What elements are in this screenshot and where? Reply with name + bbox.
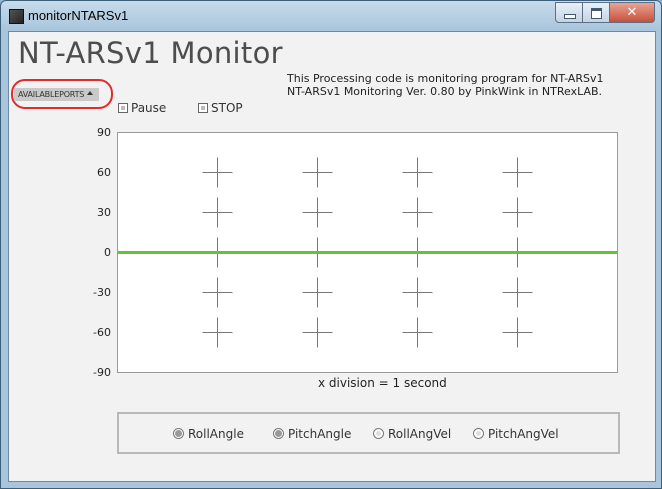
pause-checkbox[interactable]: Pause — [118, 101, 166, 115]
ports-label: AVAILABLEPORTS — [18, 90, 85, 99]
info-line-2: NT-ARSv1 Monitoring Ver. 0.80 by PinkWin… — [287, 85, 603, 98]
plot-canvas — [117, 132, 618, 373]
pause-label: Pause — [131, 101, 167, 115]
app-icon — [9, 9, 24, 24]
radio-pitch-angle[interactable]: PitchAngle — [273, 427, 351, 441]
stop-checkbox[interactable]: STOP — [198, 101, 243, 115]
info-line-1: This Processing code is monitoring progr… — [287, 72, 604, 85]
plot-area — [117, 132, 618, 373]
radio-unselected-icon — [373, 428, 384, 439]
radio-label: PitchAngle — [288, 427, 352, 441]
stop-label: STOP — [211, 101, 243, 115]
series-selector: RollAngle PitchAngle RollAngVel PitchAng… — [117, 412, 620, 454]
title-bar[interactable]: monitorNTARSv1 ✕ — [1, 1, 661, 31]
radio-unselected-icon — [473, 428, 484, 439]
minimize-icon — [564, 14, 576, 19]
radio-selected-icon — [273, 428, 284, 439]
radio-label: RollAngle — [188, 427, 244, 441]
close-icon: ✕ — [626, 5, 638, 20]
x-division-label: x division = 1 second — [318, 376, 447, 390]
maximize-button[interactable] — [582, 2, 610, 23]
y-tick-label: 30 — [97, 206, 111, 219]
window-title: monitorNTARSv1 — [28, 8, 129, 23]
radio-roll-angle[interactable]: RollAngle — [173, 427, 244, 441]
minimize-button[interactable] — [555, 2, 583, 23]
y-tick-label: 60 — [97, 166, 111, 179]
radio-label: RollAngVel — [388, 427, 452, 441]
y-tick-label: 0 — [104, 246, 111, 259]
maximize-icon — [591, 8, 602, 19]
page-title: NT-ARSv1 Monitor — [18, 36, 283, 70]
radio-label: PitchAngVel — [488, 427, 559, 441]
checkbox-icon — [118, 103, 128, 113]
radio-selected-icon — [173, 428, 184, 439]
y-tick-label: -30 — [93, 286, 111, 299]
checkbox-icon — [198, 103, 208, 113]
close-button[interactable]: ✕ — [609, 2, 655, 23]
caret-up-icon — [87, 91, 93, 95]
app-window: monitorNTARSv1 ✕ NT-ARSv1 Monitor This P… — [0, 0, 662, 489]
y-tick-label: 90 — [97, 126, 111, 139]
radio-roll-ang-vel[interactable]: RollAngVel — [373, 427, 451, 441]
radio-pitch-ang-vel[interactable]: PitchAngVel — [473, 427, 559, 441]
y-tick-label: -60 — [93, 326, 111, 339]
available-ports-dropdown[interactable]: AVAILABLEPORTS — [14, 88, 99, 101]
y-tick-label: -90 — [93, 366, 111, 379]
client-area: NT-ARSv1 Monitor This Processing code is… — [8, 31, 656, 482]
info-text: This Processing code is monitoring progr… — [287, 72, 603, 98]
